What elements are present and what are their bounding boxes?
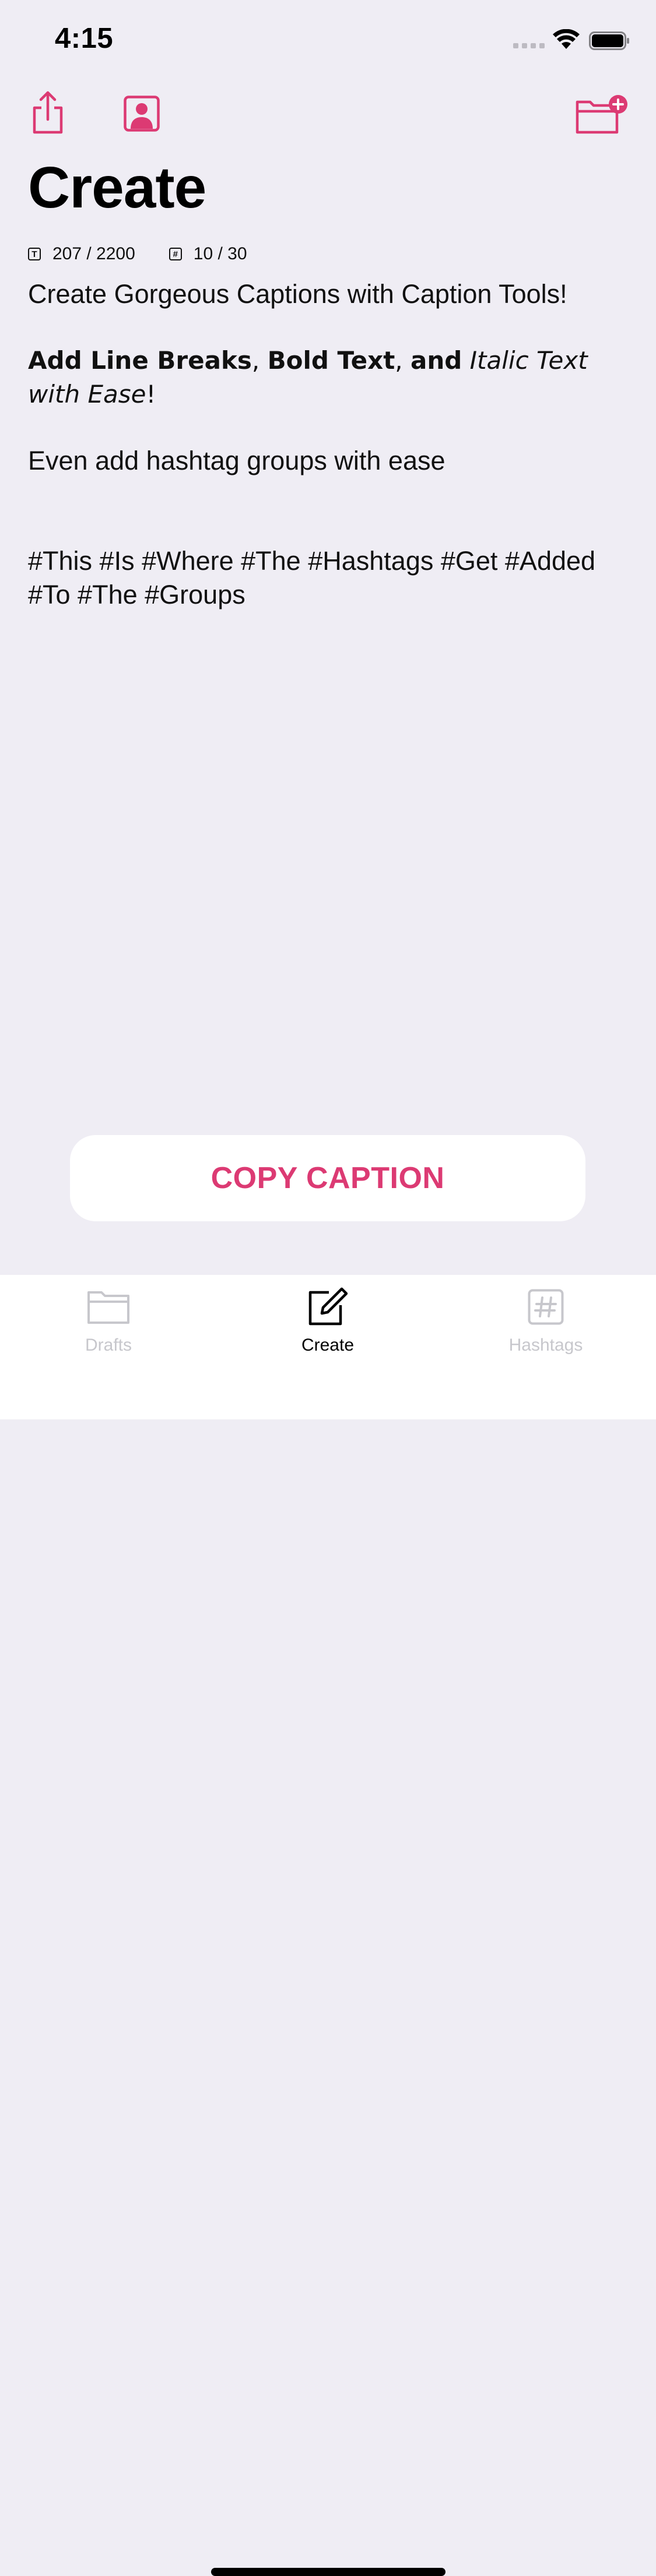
share-button[interactable] (26, 87, 70, 138)
caption-separator: , (251, 346, 268, 375)
caption-editor[interactable]: Create Gorgeous Captions with Caption To… (28, 277, 629, 612)
status-bar: 4:15 (0, 0, 656, 77)
wifi-icon (553, 29, 580, 49)
caption-hashtags: #This #Is #Where #The #Hashtags #Get #Ad… (28, 546, 596, 609)
caption-punctuation: ! (146, 380, 156, 408)
bold-text: Add Line Breaks (28, 346, 252, 375)
caption-line: Even add hashtag groups with ease (28, 446, 445, 475)
text-count-icon: T (28, 248, 41, 260)
tab-hashtags[interactable]: Hashtags (470, 1287, 622, 1368)
page-title: Create (28, 155, 206, 220)
copy-caption-button[interactable]: COPY CAPTION (70, 1135, 585, 1221)
tab-label: Hashtags (508, 1335, 583, 1355)
character-count: 207 / 2200 (52, 244, 135, 263)
caption-separator (462, 346, 469, 375)
character-counter: T 207 / 2200 (28, 244, 135, 264)
caption-line: Create Gorgeous Captions with Caption To… (28, 279, 567, 309)
hashtag-icon (528, 1289, 564, 1325)
new-folder-button[interactable] (575, 93, 629, 136)
hashtag-counter: # 10 / 30 (169, 244, 247, 264)
status-time: 4:15 (55, 23, 114, 54)
bold-text: Bold Text (267, 346, 395, 375)
folder-icon (87, 1291, 129, 1324)
tab-label: Drafts (85, 1335, 132, 1355)
battery-icon (589, 31, 629, 50)
bold-text: and (411, 346, 462, 375)
home-indicator (211, 2568, 445, 2576)
caption-separator: , (395, 346, 411, 375)
tab-create[interactable]: Create (252, 1287, 404, 1368)
share-icon (33, 91, 63, 134)
profile-button[interactable] (120, 92, 163, 135)
caption-counters: T 207 / 2200 # 10 / 30 (28, 242, 281, 266)
tab-bar: Drafts Create Hashtags (0, 1275, 656, 2576)
cellular-signal-icon (513, 43, 545, 49)
caption-line-formatted: Add Line Breaks, Bold Text, and Italic T… (28, 344, 629, 411)
tab-label: Create (301, 1335, 355, 1355)
folder-plus-icon (576, 95, 627, 134)
hashtag-count-icon: # (169, 248, 182, 260)
compose-icon (308, 1287, 348, 1326)
profile-icon (124, 96, 160, 132)
hashtag-count: 10 / 30 (193, 244, 247, 263)
tab-drafts[interactable]: Drafts (33, 1287, 184, 1368)
